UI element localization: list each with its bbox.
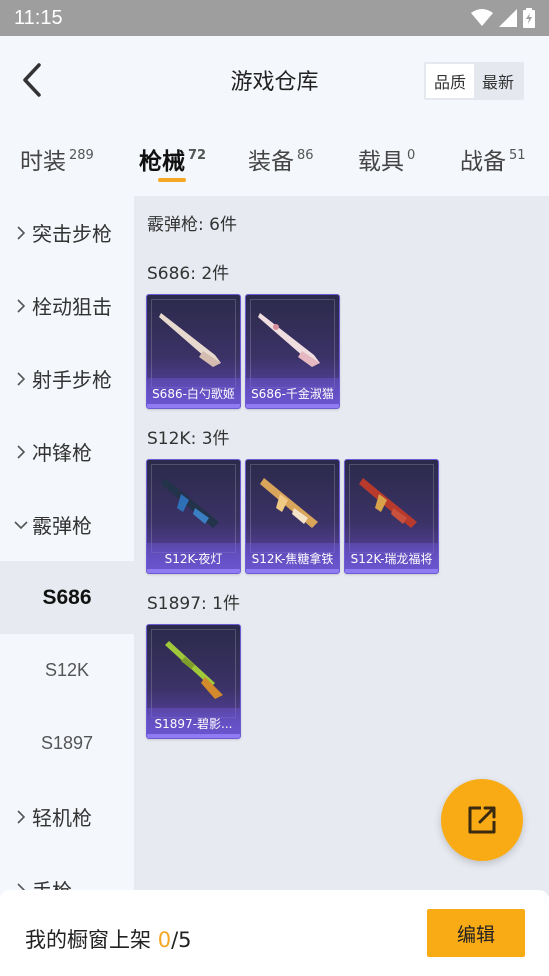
tab-fashion[interactable]: 时装 289 [20,142,94,176]
status-icons [471,8,535,28]
shotgun-icon [159,313,221,367]
sidebar-item-label: 射手步枪 [32,368,112,392]
showcase-label: 我的橱窗上架 [25,928,151,952]
status-bar: 11:15 [0,0,549,36]
item-card[interactable]: S1897-碧影... [146,624,241,739]
shotgun-icon [165,641,223,699]
item-card[interactable]: S686-千金淑猫 [245,294,340,409]
chevron-right-icon [12,298,30,313]
sidebar-item-label: 霰弹枪 [32,514,92,538]
tab-label: 战备 [460,149,506,175]
rarity-bar [246,569,339,573]
shotgun-icon [359,478,417,528]
shotgun-icon [260,478,318,528]
tab-guns[interactable]: 枪械 72 [139,142,206,176]
sidebar-item-shotgun[interactable]: 霰弹枪 [0,488,134,561]
chevron-right-icon [12,444,30,459]
showcase-bar: 我的橱窗上架 0/5 编辑 [0,890,549,976]
rarity-bar [147,734,240,738]
sidebar-item-lmg[interactable]: 轻机枪 [0,780,134,853]
sort-quality-button[interactable]: 品质 [425,64,474,98]
tab-count: 289 [69,148,94,163]
chevron-down-icon [12,520,30,529]
group-heading: S12K: 3件 [147,429,230,449]
rarity-bar [246,404,339,408]
sort-latest-button[interactable]: 最新 [474,64,522,98]
battery-icon [523,8,535,28]
item-card[interactable]: S686-白勺歌姬 [146,294,241,409]
group-heading: S686: 2件 [147,264,230,284]
category-tabs: 时装 289 枪械 72 装备 86 载具 0 战备 51 [0,124,549,196]
sidebar-item-label: 冲锋枪 [32,441,92,465]
item-card[interactable]: S12K-瑞龙福将 [344,459,439,574]
weapon-type-sidebar: 突击步枪 栓动狙击 射手步枪 冲锋枪 霰弹枪 S686 S12K S1897 轻… [0,196,134,896]
rarity-bar [345,569,438,573]
signal-icon [499,9,517,27]
chevron-right-icon [12,809,30,824]
chevron-right-icon [12,225,30,240]
rarity-bar [147,404,240,408]
shotgun-icon [258,313,320,367]
sidebar-item-marksman-rifle[interactable]: 射手步枪 [0,342,134,415]
tab-label: 枪械 [139,149,185,175]
sidebar-item-assault-rifle[interactable]: 突击步枪 [0,196,134,269]
sidebar-item-smg[interactable]: 冲锋枪 [0,415,134,488]
tab-equipment[interactable]: 装备 86 [248,142,314,176]
sidebar-item-label: 突击步枪 [32,222,112,246]
tab-count: 0 [407,148,416,163]
wifi-icon [471,9,493,26]
sidebar-item-label: 轻机枪 [32,806,92,830]
header: 游戏仓库 品质 最新 [0,36,549,124]
showcase-total: /5 [171,928,192,952]
tab-count: 72 [188,148,207,163]
external-link-icon [468,806,496,834]
active-tab-indicator [158,178,186,182]
showcase-count: 0 [157,928,172,952]
sidebar-item-label: 栓动狙击 [32,295,112,319]
shotgun-icon [161,478,219,528]
chevron-right-icon [12,371,30,386]
item-card[interactable]: S12K-焦糖拿铁 [245,459,340,574]
share-button[interactable] [441,779,523,861]
tab-count: 86 [297,148,314,163]
item-card[interactable]: S12K-夜灯 [146,459,241,574]
tab-label: 装备 [248,149,294,175]
sort-toggle: 品质 最新 [423,62,524,100]
edit-button[interactable]: 编辑 [427,909,525,957]
showcase-status: 我的橱窗上架 0/5 [25,924,192,954]
tab-count: 51 [509,148,526,163]
sidebar-item-bolt-sniper[interactable]: 栓动狙击 [0,269,134,342]
tab-vehicles[interactable]: 载具 0 [358,142,415,176]
tab-supplies[interactable]: 战备 51 [460,142,526,176]
group-heading: S1897: 1件 [147,594,241,614]
tab-label: 载具 [358,149,404,175]
rarity-bar [147,569,240,573]
sidebar-subitem-s1897[interactable]: S1897 [0,707,134,780]
status-time: 11:15 [14,6,63,29]
sidebar-subitem-s686[interactable]: S686 [0,561,134,634]
category-heading: 霰弹枪: 6件 [147,215,237,235]
sidebar-subitem-s12k[interactable]: S12K [0,634,134,707]
tab-label: 时装 [20,149,66,175]
